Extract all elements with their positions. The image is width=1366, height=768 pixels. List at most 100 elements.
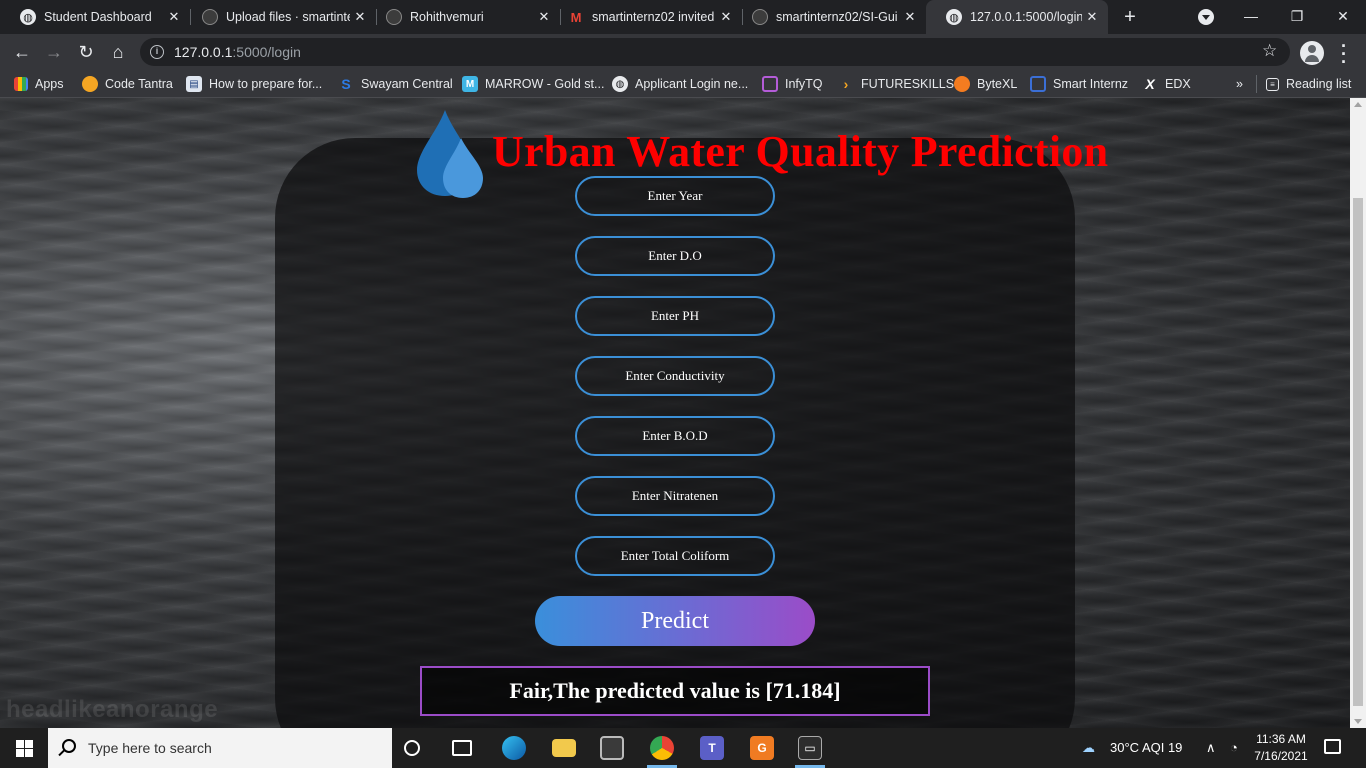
close-icon[interactable]: ✕ — [900, 9, 920, 25]
bookmark-divider — [1256, 75, 1257, 93]
bookmark-label: ByteXL — [977, 77, 1018, 91]
tab-search-icon[interactable] — [1198, 9, 1214, 25]
new-tab-button[interactable]: + — [1120, 5, 1140, 29]
clock-time: 11:36 AM — [1256, 732, 1306, 746]
globe-icon: ◍ — [612, 76, 628, 92]
address-bar[interactable]: i 127.0.0.1:5000/login — [140, 38, 1290, 66]
edge-icon[interactable] — [502, 736, 526, 760]
teams-icon[interactable]: T — [700, 736, 724, 760]
bookmark-apps[interactable]: Apps — [14, 75, 64, 93]
smart-internz-icon — [1030, 76, 1046, 92]
bookmark-code-tantra[interactable]: Code Tantra — [82, 75, 173, 93]
tab-rohithvemuri[interactable]: Rohithvemuri ✕ — [366, 0, 560, 34]
ph-input[interactable] — [575, 296, 775, 336]
cortana-icon[interactable] — [404, 740, 420, 756]
bookmark-label: How to prepare for... — [209, 77, 323, 91]
info-icon[interactable]: i — [150, 45, 164, 59]
bookmark-marrow[interactable]: M MARROW - Gold st... — [462, 75, 604, 93]
bookmark-label: Apps — [35, 77, 64, 91]
tab-si-guided[interactable]: smartinternz02/SI-Gui ✕ — [732, 0, 926, 34]
do-input[interactable] — [575, 236, 775, 276]
close-icon[interactable]: ✕ — [1082, 9, 1102, 25]
tab-upload-files[interactable]: Upload files · smartinte ✕ — [182, 0, 376, 34]
chrome-icon[interactable] — [650, 736, 674, 760]
url-path: :5000/login — [232, 44, 301, 60]
home-icon[interactable]: ⌂ — [106, 40, 130, 64]
bookmark-applicant-login[interactable]: ◍ Applicant Login ne... — [612, 75, 748, 93]
bod-input[interactable] — [575, 416, 775, 456]
profile-avatar-icon[interactable] — [1300, 41, 1324, 65]
tray-chevron-up-icon[interactable]: ∧ — [1206, 740, 1216, 756]
bookmark-label: FUTURESKILLS — [861, 77, 955, 91]
tab-title: smartinternz02 invited — [592, 10, 715, 24]
browser-toolbar: ← → ↻ ⌂ i 127.0.0.1:5000/login — [0, 34, 1366, 70]
taskbar-clock[interactable]: 11:36 AM 7/16/2021 — [1252, 731, 1310, 765]
bookmark-swayam[interactable]: S Swayam Central — [338, 75, 452, 93]
url-host: 127.0.0.1 — [174, 44, 233, 60]
notification-icon[interactable] — [1324, 739, 1341, 754]
reading-list-label: Reading list — [1286, 77, 1352, 91]
menu-kebab-icon[interactable]: · · · — [1338, 37, 1350, 71]
window-close-button[interactable]: ✕ — [1320, 0, 1366, 34]
watermark-text: headlikeanorange — [6, 696, 219, 723]
close-icon[interactable]: ✕ — [164, 9, 184, 25]
total-coliform-input[interactable] — [575, 536, 775, 576]
scroll-thumb[interactable] — [1353, 198, 1363, 706]
bookmark-how-to-prepare[interactable]: ▤ How to prepare for... — [186, 75, 322, 93]
bookmark-bytexl[interactable]: ByteXL — [954, 75, 1017, 93]
reading-list[interactable]: ≡ Reading list — [1266, 75, 1351, 93]
tab-gmail[interactable]: M smartinternz02 invited ✕ — [548, 0, 742, 34]
bookmark-label: InfyTQ — [785, 77, 823, 91]
predict-button[interactable]: Predict — [535, 596, 815, 646]
back-arrow-icon[interactable]: ← — [10, 40, 34, 64]
weather-text[interactable]: 30°C AQI 19 — [1110, 740, 1182, 755]
bookmark-edx[interactable]: X EDX — [1142, 75, 1191, 93]
tab-student-dashboard[interactable]: ◍ Student Dashboard ✕ — [0, 0, 190, 34]
swayam-icon: S — [341, 76, 351, 92]
bookmarks-bar: Apps Code Tantra ▤ How to prepare for...… — [0, 70, 1366, 98]
pdf-editor-icon[interactable]: G — [750, 736, 774, 760]
conductivity-input[interactable] — [575, 356, 775, 396]
article-icon: ▤ — [186, 76, 202, 92]
tab-title: Rohithvemuri — [410, 10, 484, 24]
clock-date: 7/16/2021 — [1254, 749, 1308, 763]
scroll-down-icon[interactable] — [1354, 719, 1362, 724]
gmail-icon: M — [570, 9, 582, 25]
chevron-right-icon: › — [843, 76, 849, 92]
bookmark-label: EDX — [1165, 77, 1191, 91]
marrow-icon: M — [462, 76, 478, 92]
bookmark-star-icon[interactable]: ☆ — [1262, 41, 1277, 61]
bookmark-infytq[interactable]: InfyTQ — [762, 75, 823, 93]
tab-login-active[interactable]: ◍ 127.0.0.1:5000/login ✕ — [926, 0, 1108, 34]
task-view-icon[interactable] — [452, 740, 472, 756]
bookmark-label: MARROW - Gold st... — [485, 77, 605, 91]
reload-icon[interactable]: ↻ — [74, 40, 98, 64]
file-explorer-icon[interactable] — [552, 739, 576, 757]
windows-start-icon[interactable] — [16, 740, 33, 757]
bookmarks-overflow[interactable]: » — [1236, 75, 1243, 93]
tab-title: 127.0.0.1:5000/login — [970, 10, 1082, 24]
bookmark-futureskills[interactable]: › FUTURESKILLS — [838, 75, 954, 93]
nitratenen-input[interactable] — [575, 476, 775, 516]
bookmark-smart-internz[interactable]: Smart Internz — [1030, 75, 1128, 93]
wifi-icon[interactable]: ◔ — [1230, 740, 1238, 755]
restore-button[interactable]: ❐ — [1274, 0, 1320, 34]
tab-title: smartinternz02/SI-Gui — [776, 10, 898, 24]
page-title: Urban Water Quality Prediction — [492, 127, 1109, 176]
minimize-button[interactable]: — — [1228, 0, 1274, 34]
bookmark-label: Smart Internz — [1053, 77, 1129, 91]
store-icon[interactable] — [600, 736, 624, 760]
forward-arrow-icon[interactable]: → — [42, 40, 66, 64]
globe-icon: ◍ — [20, 9, 36, 25]
prediction-result: Fair,The predicted value is [71.184] — [420, 666, 930, 716]
tab-title: Student Dashboard — [44, 10, 152, 24]
vertical-scrollbar[interactable] — [1350, 98, 1366, 728]
taskbar-search[interactable]: Type here to search — [48, 728, 392, 768]
page-viewport: Urban Water Quality Prediction Predict F… — [0, 98, 1350, 728]
terminal-icon[interactable]: ▭ — [798, 736, 822, 760]
year-input[interactable] — [575, 176, 775, 216]
tab-title: Upload files · smartinte — [226, 10, 350, 24]
taskbar-search-placeholder: Type here to search — [88, 740, 212, 756]
scroll-up-icon[interactable] — [1354, 102, 1362, 107]
search-icon — [62, 739, 76, 753]
